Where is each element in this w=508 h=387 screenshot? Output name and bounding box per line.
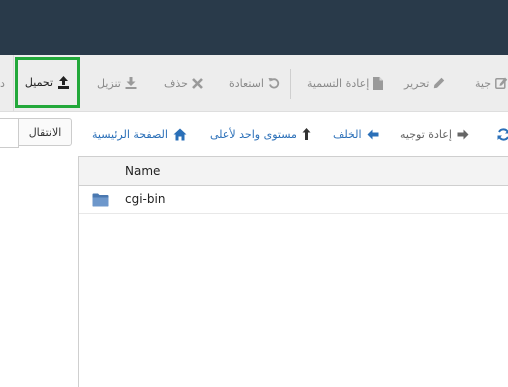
delete-label: حذف (164, 76, 188, 90)
pencil-icon (433, 77, 445, 89)
undo-icon (268, 77, 280, 89)
up-one-level-label: مستوى واحد لأعلى (210, 127, 297, 141)
toolbar-separator (290, 69, 291, 99)
download-button[interactable]: تنزيل (97, 55, 137, 111)
restore-label: استعادة (229, 76, 264, 90)
up-one-level-button[interactable]: مستوى واحد لأعلى (210, 124, 311, 144)
file-list-panel: Name cgi-bin (78, 156, 508, 387)
rename-label: إعادة التسمية (307, 76, 370, 90)
toolbar-item-clipped-right[interactable]: جية (475, 55, 508, 111)
edit-square-icon (495, 77, 508, 89)
upload-button[interactable]: تحميل (15, 57, 80, 108)
edit-label: تحرير (404, 76, 430, 90)
table-row[interactable]: cgi-bin (79, 186, 508, 214)
home-button[interactable]: الصفحة الرئيسية (92, 124, 187, 144)
forward-button[interactable]: إعادة توجيه (400, 124, 469, 144)
go-button[interactable]: الانتقال (18, 118, 72, 146)
arrow-left-icon (367, 129, 379, 140)
arrow-right-icon (457, 129, 469, 140)
forward-label: إعادة توجيه (400, 127, 452, 141)
path-input[interactable] (0, 118, 19, 148)
toolbar-item-clipped-left-label: د (0, 76, 5, 90)
back-button[interactable]: الخلف (333, 124, 379, 144)
toolbar-item-clipped-right-label: جية (475, 76, 492, 90)
toolbar-item-clipped-left[interactable]: د (0, 55, 5, 111)
file-toolbar: د تحميل تنزيل حذف استعادة إعادة التسمية (0, 55, 508, 112)
close-icon (192, 77, 203, 89)
back-label: الخلف (333, 127, 362, 141)
level-up-icon (302, 128, 311, 140)
home-icon (173, 128, 187, 141)
rename-button[interactable]: إعادة التسمية (307, 55, 384, 111)
folder-icon (92, 192, 109, 211)
file-name[interactable]: cgi-bin (125, 192, 165, 206)
upload-icon (57, 76, 70, 89)
download-icon (125, 77, 137, 89)
file-icon (373, 76, 384, 90)
go-label: الانتقال (28, 125, 62, 139)
restore-button[interactable]: استعادة (229, 55, 280, 111)
top-header-bar (0, 0, 508, 55)
column-header-name[interactable]: Name (125, 164, 160, 178)
delete-button[interactable]: حذف (164, 55, 203, 111)
navigation-bar: الانتقال الصفحة الرئيسية مستوى واحد لأعل… (0, 112, 508, 156)
upload-label: تحميل (24, 76, 54, 89)
reload-button[interactable] (492, 124, 508, 144)
toolbar-divider-left (13, 55, 14, 111)
edit-button[interactable]: تحرير (404, 55, 445, 111)
file-list-header: Name (79, 157, 508, 186)
home-label: الصفحة الرئيسية (92, 127, 168, 141)
refresh-icon (497, 127, 508, 141)
download-label: تنزيل (97, 76, 121, 90)
